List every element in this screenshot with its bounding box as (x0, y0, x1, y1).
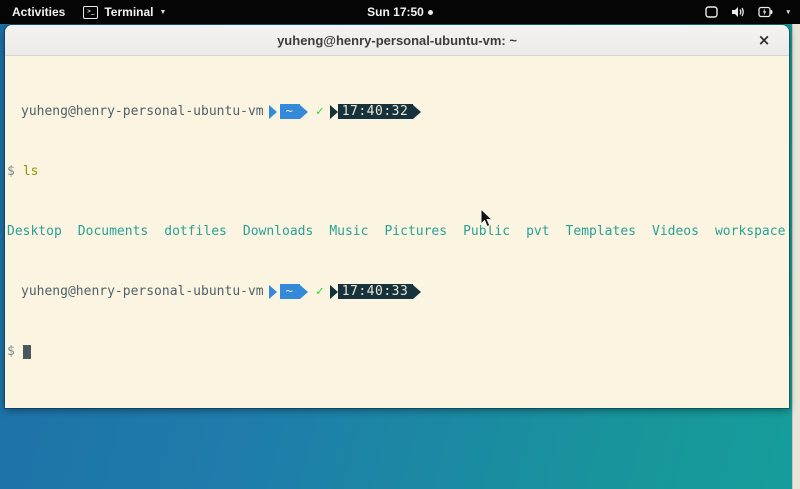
prompt-path: ~ (280, 284, 300, 299)
prompt-user-host: yuheng@henry-personal-ubuntu-vm (21, 104, 264, 119)
top-bar: Activities >_ Terminal ▼ Sun 17:50 ▾ (0, 0, 800, 24)
window-title: yuheng@henry-personal-ubuntu-vm: ~ (277, 33, 517, 48)
powerline-time-segment: 17:40:33 (330, 284, 422, 299)
terminal-content[interactable]: yuheng@henry-personal-ubuntu-vm ~ ✓ 17:4… (5, 56, 789, 408)
prompt-user-host: yuheng@henry-personal-ubuntu-vm (21, 284, 264, 299)
notification-dot-icon (428, 10, 433, 15)
prompt-timestamp: 17:40:32 (338, 104, 414, 119)
clock-button[interactable]: Sun 17:50 (340, 5, 460, 19)
powerline-arrow-icon (413, 285, 421, 299)
prompt-symbol: $ (7, 164, 15, 179)
prompt-line-2: yuheng@henry-personal-ubuntu-vm ~ ✓ 17:4… (7, 284, 787, 299)
terminal-icon: >_ (83, 6, 98, 19)
powerline-arrow-icon (330, 105, 338, 119)
terminal-cursor (23, 345, 31, 359)
powerline-time-segment: 17:40:32 (330, 104, 422, 119)
powerline-path-segment: ~ (269, 284, 308, 299)
window-titlebar[interactable]: yuheng@henry-personal-ubuntu-vm: ~ × (5, 25, 789, 56)
screen-edge-strip (792, 24, 800, 489)
prompt-line-1: yuheng@henry-personal-ubuntu-vm ~ ✓ 17:4… (7, 104, 787, 119)
system-tray[interactable]: ▾ (705, 0, 790, 24)
battery-charging-icon (758, 6, 773, 18)
directory-entry: Documents (78, 224, 148, 239)
directory-entry: Pictures (384, 224, 447, 239)
app-menu-label: Terminal (104, 5, 153, 19)
directory-entry: Downloads (243, 224, 313, 239)
command-line: $ ls (7, 164, 787, 179)
app-menu-terminal[interactable]: >_ Terminal ▼ (83, 5, 166, 19)
powerline-arrow-icon (413, 105, 421, 119)
prompt-symbol: $ (7, 344, 15, 359)
directory-entry: pvt (526, 224, 549, 239)
status-check-icon: ✓ (316, 284, 324, 299)
directory-entry: Music (329, 224, 368, 239)
clock-label: Sun 17:50 (367, 5, 424, 19)
screen-icon (705, 6, 718, 18)
volume-icon (731, 6, 745, 18)
directory-entry: Templates (566, 224, 636, 239)
directory-entry: Videos (652, 224, 699, 239)
chevron-down-icon: ▾ (786, 8, 790, 16)
powerline-arrow-icon (269, 285, 277, 299)
typed-command: ls (23, 164, 39, 179)
status-check-icon: ✓ (316, 104, 324, 119)
directory-entry: dotfiles (164, 224, 227, 239)
close-button[interactable]: × (753, 25, 775, 55)
current-input-line[interactable]: $ (7, 344, 787, 359)
chevron-down-icon: ▼ (159, 9, 166, 16)
activities-button[interactable]: Activities (12, 5, 65, 19)
directory-entry: Desktop (7, 224, 62, 239)
powerline-arrow-icon (330, 285, 338, 299)
powerline-arrow-icon (300, 105, 308, 119)
powerline-path-segment: ~ (269, 104, 308, 119)
mouse-cursor-icon (480, 208, 494, 228)
terminal-window: yuheng@henry-personal-ubuntu-vm: ~ × yuh… (5, 25, 789, 408)
powerline-arrow-icon (269, 105, 277, 119)
powerline-arrow-icon (300, 285, 308, 299)
ls-output-line: Desktop Documents dotfiles Downloads Music Pi… (7, 224, 787, 239)
prompt-timestamp: 17:40:33 (338, 284, 414, 299)
directory-entry: workspace (715, 224, 785, 239)
prompt-path: ~ (280, 104, 300, 119)
